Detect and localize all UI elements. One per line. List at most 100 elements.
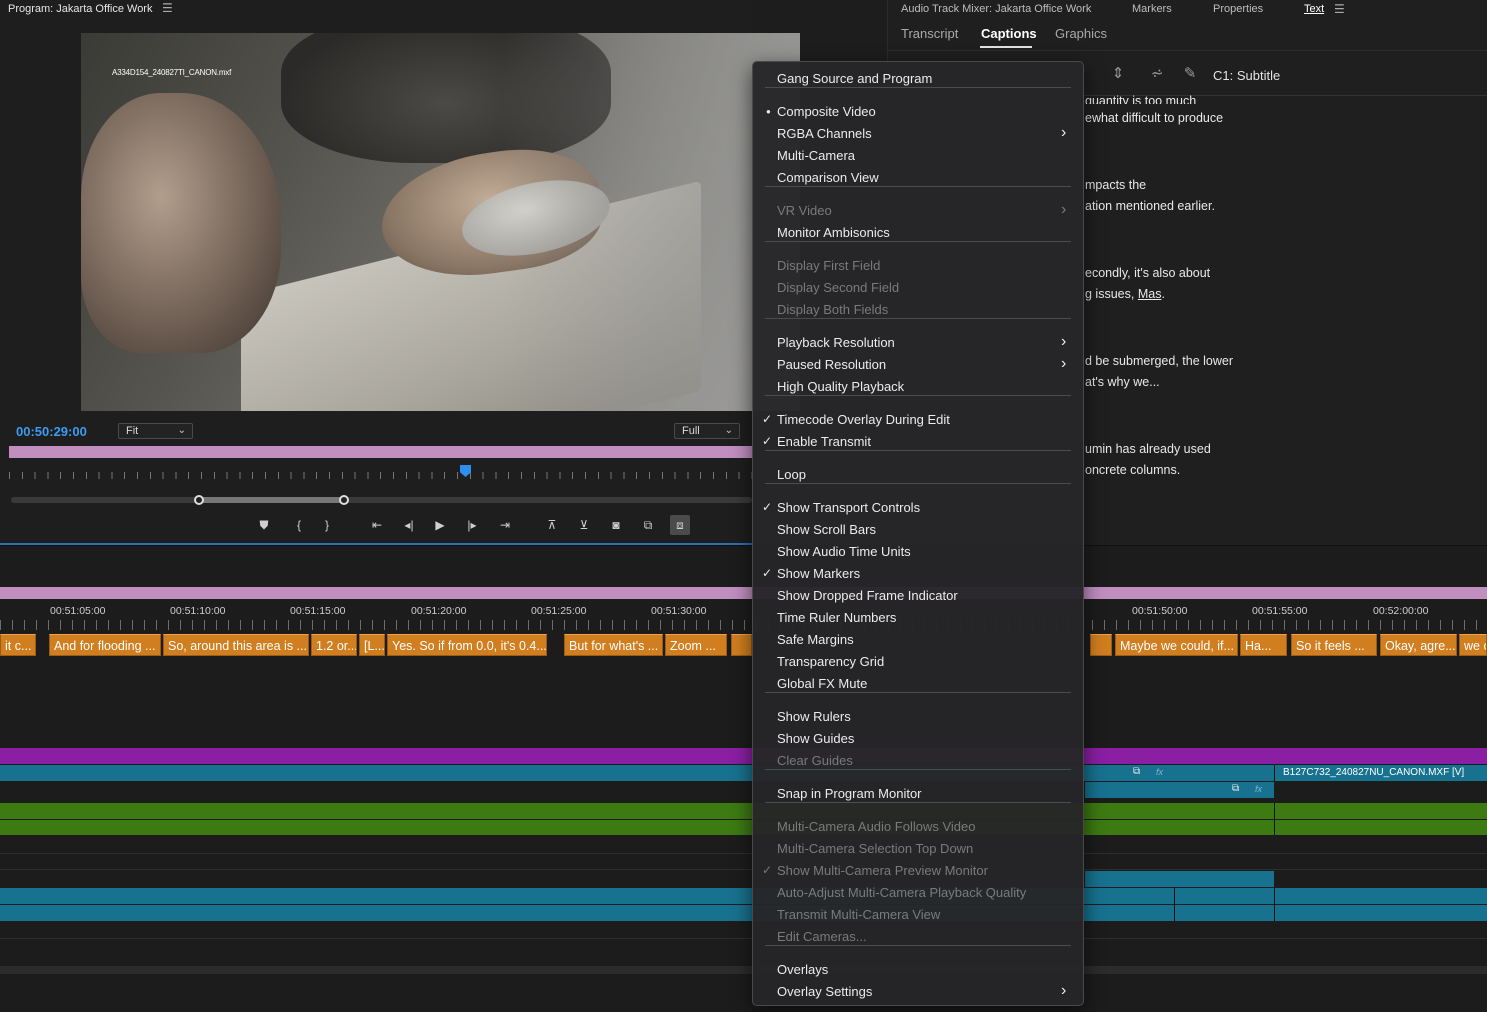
zoom-handle-right[interactable]	[339, 495, 349, 505]
menu-item-gang-source-and-program[interactable]: Gang Source and Program	[777, 71, 932, 86]
step-back-icon[interactable]: ◂|	[399, 515, 419, 535]
hamburger-icon[interactable]: ☰	[1334, 2, 1345, 16]
caption-text-line[interactable]: econdly, it's also about	[1085, 266, 1210, 280]
pencil-icon[interactable]: ✎	[1179, 64, 1201, 86]
caption-text-line[interactable]: mpacts the	[1085, 178, 1146, 192]
extract-icon[interactable]: ⊻	[574, 515, 594, 535]
caption-clip[interactable]	[1090, 634, 1112, 656]
menu-item-show-audio-time-units[interactable]: Show Audio Time Units	[777, 544, 911, 559]
program-time-ruler[interactable]	[9, 464, 752, 482]
playhead-timecode[interactable]: 00:50:29:00	[16, 424, 87, 439]
step-forward-icon[interactable]: |▸	[462, 515, 482, 535]
tab-graphics[interactable]: Graphics	[1055, 26, 1107, 41]
caption-track-label[interactable]: C1: Subtitle	[1213, 68, 1280, 83]
menu-item-show-markers[interactable]: Show Markers	[777, 566, 860, 581]
menu-item-enable-transmit[interactable]: Enable Transmit	[777, 434, 871, 449]
caption-text-line[interactable]: quantity is too much	[1085, 90, 1196, 104]
caption-text-line[interactable]: at's why we...	[1085, 375, 1160, 389]
menu-item-composite-video[interactable]: Composite Video	[777, 104, 876, 119]
video-track-clip[interactable]	[0, 765, 1487, 781]
tab-audio-track-mixer[interactable]: Audio Track Mixer: Jakarta Office Work	[901, 3, 1091, 15]
caption-clip[interactable]: So it feels ...	[1291, 634, 1377, 656]
work-area-bar[interactable]	[9, 446, 752, 458]
caption-clip[interactable]: Maybe we could, if...	[1115, 634, 1238, 656]
menu-item-monitor-ambisonics[interactable]: Monitor Ambisonics	[777, 225, 890, 240]
menu-item-global-fx-mute[interactable]: Global FX Mute	[777, 676, 867, 691]
zoom-scroll-bar[interactable]	[11, 497, 752, 503]
caption-clip[interactable]: Zoom ...	[665, 634, 727, 656]
menu-item-comparison-view[interactable]: Comparison View	[777, 170, 879, 185]
menu-item-multi-camera[interactable]: Multi-Camera	[777, 148, 855, 163]
hamburger-icon[interactable]: ☰	[162, 1, 173, 15]
comparison-view-icon[interactable]: ⧈	[670, 515, 690, 535]
tab-transcript[interactable]: Transcript	[901, 26, 958, 41]
go-to-in-icon[interactable]: ⇤	[367, 515, 387, 535]
play-icon[interactable]: ▶	[430, 515, 450, 535]
timeline-time-ruler[interactable]	[0, 620, 1487, 630]
caption-clip[interactable]: And for flooding ...	[49, 634, 161, 656]
mark-out-icon[interactable]: }	[317, 515, 337, 535]
menu-item-overlays[interactable]: Overlays	[777, 962, 828, 977]
mark-in-icon[interactable]: {	[289, 515, 309, 535]
zoom-handle-left[interactable]	[194, 495, 204, 505]
caption-text-line[interactable]: oncrete columns.	[1085, 463, 1180, 477]
menu-item-loop[interactable]: Loop	[777, 467, 806, 482]
tab-properties[interactable]: Properties	[1213, 3, 1263, 15]
menu-item-safe-margins[interactable]: Safe Margins	[777, 632, 854, 647]
menu-item-rgba-channels[interactable]: RGBA Channels	[777, 126, 872, 141]
menu-item-snap-in-program-monitor[interactable]: Snap in Program Monitor	[777, 786, 922, 801]
caption-clip[interactable]: [L...	[359, 634, 385, 656]
program-monitor-tab[interactable]: Program: Jakarta Office Work	[8, 3, 152, 15]
audio-track-clip[interactable]	[0, 820, 1487, 835]
audio-track-clip[interactable]	[0, 905, 1487, 921]
export-frame-icon[interactable]: ◙	[606, 515, 626, 535]
menu-item-transparency-grid[interactable]: Transparency Grid	[777, 654, 884, 669]
proxy-toggle-icon[interactable]: ⧉	[638, 515, 658, 535]
zoom-scroll-range[interactable]	[199, 497, 344, 503]
video-track-clip[interactable]	[1085, 782, 1274, 798]
go-to-out-icon[interactable]: ⇥	[495, 515, 515, 535]
caption-clip[interactable]: it c...	[0, 634, 36, 656]
caption-text-line[interactable]: ewhat difficult to produce	[1085, 111, 1223, 125]
caption-clip[interactable]: Yes. So if from 0.0, it's 0.4...	[387, 634, 547, 656]
tab-captions[interactable]: Captions	[981, 26, 1037, 41]
menu-item-show-guides[interactable]: Show Guides	[777, 731, 854, 746]
tab-markers[interactable]: Markers	[1132, 3, 1172, 15]
menu-item-high-quality-playback[interactable]: High Quality Playback	[777, 379, 904, 394]
zoom-level-select[interactable]: Fit ⌄	[118, 423, 193, 439]
tab-text[interactable]: Text	[1304, 3, 1324, 15]
caption-clip[interactable]: Okay, agre...	[1380, 634, 1457, 656]
menu-item-show-scroll-bars[interactable]: Show Scroll Bars	[777, 522, 876, 537]
timeline-work-area-bar[interactable]	[0, 587, 1487, 599]
audio-track-clip[interactable]	[0, 803, 1487, 819]
lift-icon[interactable]: ⊼	[542, 515, 562, 535]
menu-item-show-rulers[interactable]: Show Rulers	[777, 709, 851, 724]
caption-text-line[interactable]: d be submerged, the lower	[1085, 354, 1233, 368]
caption-clip[interactable]: we c	[1459, 634, 1487, 656]
caption-clip[interactable]: So, around this area is ...	[163, 634, 309, 656]
graphic-track-clip[interactable]	[0, 748, 1487, 764]
timeline-scroll-bar[interactable]	[0, 966, 1487, 974]
menu-item-overlay-settings[interactable]: Overlay Settings	[777, 984, 872, 999]
caption-text-line[interactable]: umin has already used	[1085, 442, 1211, 456]
caption-text-line[interactable]: g issues, Mas.	[1085, 287, 1165, 301]
menu-item-playback-resolution[interactable]: Playback Resolution	[777, 335, 895, 350]
menu-item-show-transport-controls[interactable]: Show Transport Controls	[777, 500, 920, 515]
menu-item-timecode-overlay-during-edit[interactable]: Timecode Overlay During Edit	[777, 412, 950, 427]
caption-text-line[interactable]: ation mentioned earlier.	[1085, 199, 1215, 213]
add-marker-icon[interactable]: ⛊	[254, 515, 274, 535]
program-video-frame[interactable]	[81, 33, 800, 411]
caption-clip[interactable]: 1.2 or...	[311, 634, 357, 656]
merge-captions-icon[interactable]: ⇕	[1107, 64, 1129, 86]
audio-track-clip[interactable]	[0, 888, 1487, 904]
caption-clip[interactable]: Ha...	[1240, 634, 1287, 656]
menu-item-show-dropped-frame-indicator[interactable]: Show Dropped Frame Indicator	[777, 588, 958, 603]
menu-item-time-ruler-numbers[interactable]: Time Ruler Numbers	[777, 610, 896, 625]
audio-track-clip[interactable]	[1085, 871, 1274, 887]
caption-clip[interactable]: But for what's ...	[564, 634, 663, 656]
menu-item-paused-resolution[interactable]: Paused Resolution	[777, 357, 886, 372]
split-caption-icon[interactable]: ⩫	[1146, 64, 1168, 86]
playback-resolution-select[interactable]: Full ⌄	[674, 423, 740, 439]
caption-clip[interactable]	[731, 634, 752, 656]
checkmark-icon: ✓	[762, 863, 773, 877]
